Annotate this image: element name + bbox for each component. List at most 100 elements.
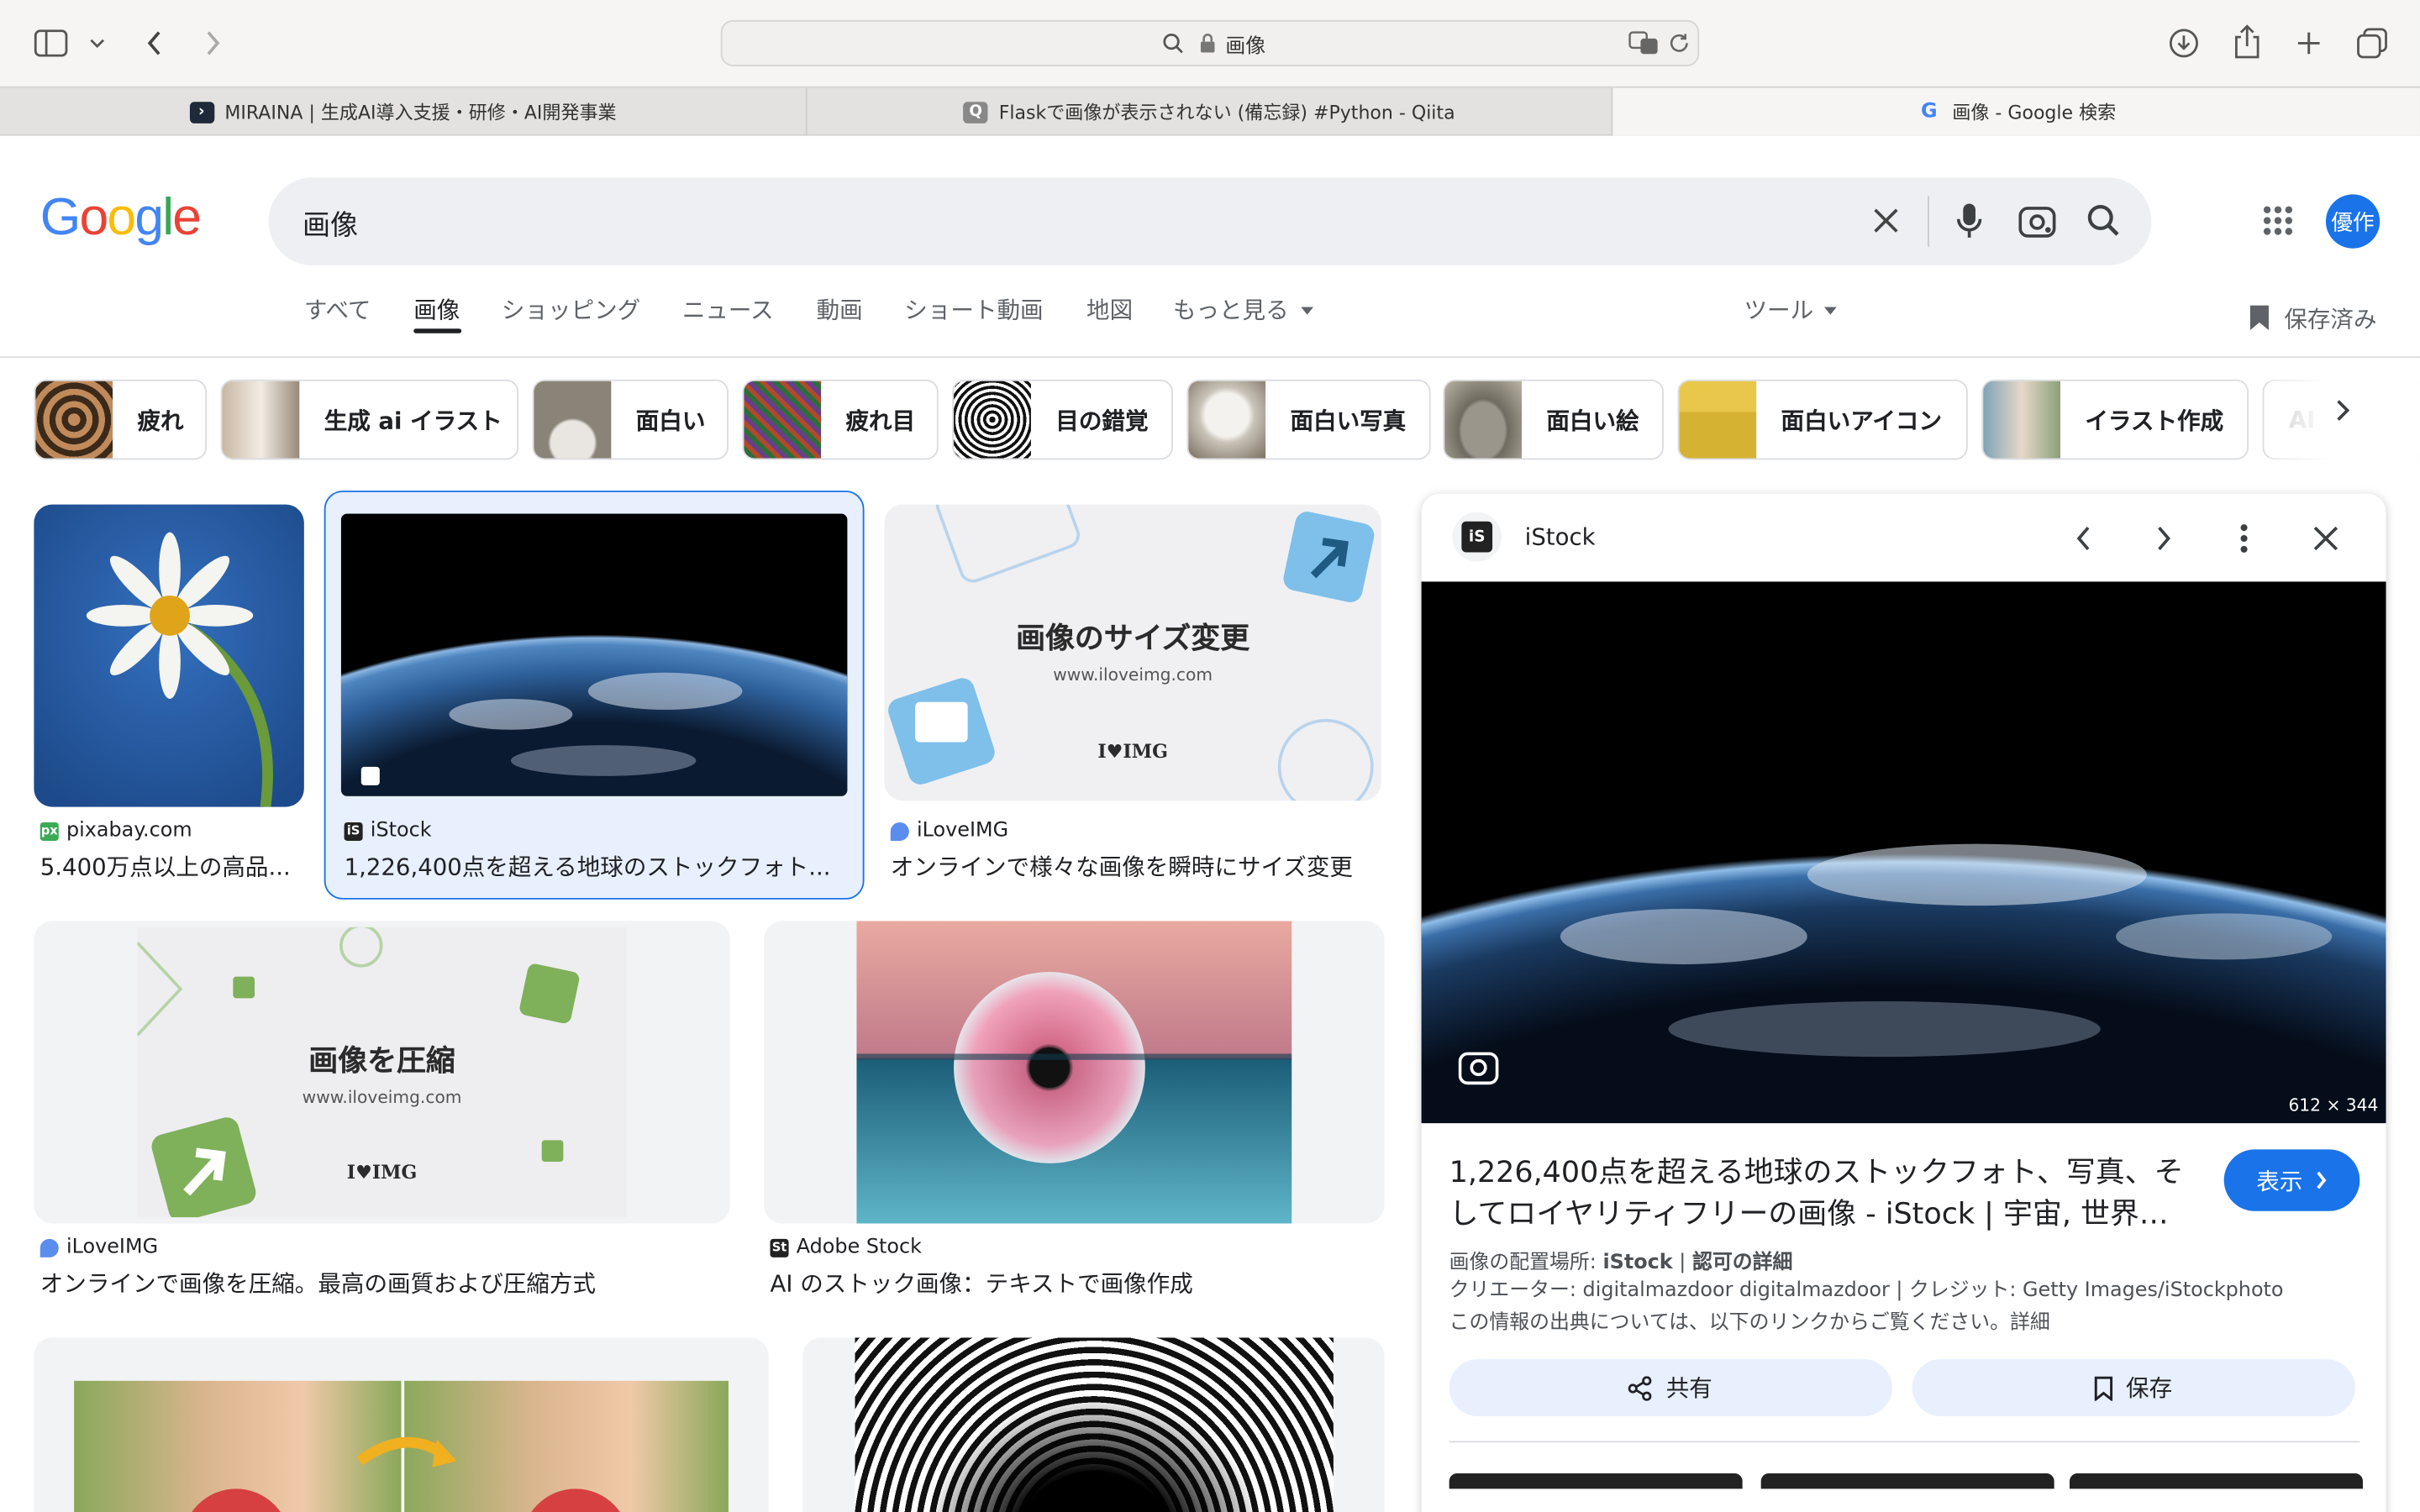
- saved-link[interactable]: 保存済み: [2284, 302, 2376, 335]
- visit-button[interactable]: 表示: [2223, 1149, 2360, 1211]
- result-source[interactable]: iLoveIMG: [890, 819, 1009, 843]
- related-thumb[interactable]: [1449, 1473, 1743, 1489]
- nav-news[interactable]: ニュース: [682, 293, 774, 326]
- result-title[interactable]: 5.400万点以上の高品...: [40, 850, 302, 883]
- result-source[interactable]: px pixabay.com: [39, 819, 192, 843]
- lens-icon[interactable]: [2018, 203, 2056, 238]
- chip-illusion[interactable]: 目の錯覚: [952, 379, 1173, 460]
- result-image-pattern-card[interactable]: [802, 1337, 1385, 1512]
- image-url: www.iloveimg.com: [1053, 664, 1213, 685]
- nav-more[interactable]: もっと見る: [1173, 293, 1289, 326]
- avatar[interactable]: 優作: [2325, 194, 2381, 249]
- nav-videos[interactable]: 動画: [817, 293, 863, 326]
- result-title[interactable]: オンラインで画像を圧縮。最高の画質および圧縮方式: [40, 1267, 719, 1299]
- visit-label: 表示: [2256, 1167, 2303, 1195]
- result-title[interactable]: AI のストック画像：テキストで画像作成: [771, 1267, 1388, 1299]
- istock-icon: iS: [344, 822, 363, 841]
- reload-icon[interactable]: [1667, 29, 1691, 57]
- bookmark-icon[interactable]: [2249, 304, 2270, 332]
- source-label: iLoveIMG: [916, 819, 1009, 843]
- result-title[interactable]: 1,226,400点を超える地球のストックフォト...: [345, 850, 839, 883]
- result-source[interactable]: St Adobe Stock: [770, 1236, 922, 1259]
- browser-toolbar: 画像: [0, 0, 2420, 87]
- chip-funny-picture[interactable]: 面白い絵: [1443, 379, 1664, 460]
- result-image-daisy[interactable]: [34, 504, 304, 807]
- watermelon-right: [521, 1488, 630, 1512]
- panel-title-line2[interactable]: してロイヤリティフリーの画像 - iStock | 宇宙, 世界…: [1449, 1191, 2169, 1233]
- result-image-resize[interactable]: 画像のサイズ変更 www.iloveimg.com I♥IMG: [884, 504, 1381, 801]
- result-image-eye-card[interactable]: [764, 921, 1385, 1224]
- microphone-icon[interactable]: [1954, 202, 1985, 239]
- result-title[interactable]: オンラインで様々な画像を瞬時にサイズ変更: [891, 850, 1385, 883]
- chip-label: 疲れ目: [845, 406, 916, 435]
- tab-label: Flaskで画像が表示されない (備忘録) #Python - Qiita: [998, 102, 1455, 123]
- panel-source[interactable]: iStock: [1525, 523, 1596, 551]
- prev-icon[interactable]: [2075, 524, 2093, 552]
- tools-button[interactable]: ツール: [1744, 293, 1813, 326]
- share-button[interactable]: 共有: [1449, 1359, 1892, 1417]
- result-source[interactable]: iLoveIMG: [39, 1236, 158, 1259]
- result-image-earth[interactable]: [340, 513, 848, 796]
- result-image-compress: 画像を圧縮 www.iloveimg.com I♥IMG: [137, 927, 627, 1218]
- nav-short-videos[interactable]: ショート動画: [904, 293, 1043, 326]
- chip-label: 面白い写真: [1290, 406, 1407, 435]
- image-badge-icon: [360, 766, 380, 785]
- preview-image[interactable]: 612 × 344: [1421, 581, 2386, 1124]
- chip-label: イラスト作成: [2085, 406, 2224, 435]
- meta-source[interactable]: iStock: [1602, 1252, 1672, 1275]
- lock-icon: [1196, 31, 1218, 55]
- chips-next-icon[interactable]: [2333, 398, 2352, 423]
- chip-thumbnail: [1983, 381, 2060, 459]
- tab-google[interactable]: G 画像 - Google 検索: [1612, 87, 2420, 136]
- chip-label: 面白いアイコン: [1781, 406, 1943, 435]
- earth-preview: [1421, 581, 2386, 1124]
- chip-funny-icon[interactable]: 面白いアイコン: [1677, 379, 1968, 460]
- tab-qiita[interactable]: Q Flaskで画像が表示されない (備忘録) #Python - Qiita: [808, 87, 1613, 136]
- chevron-down-icon[interactable]: [87, 31, 108, 55]
- result-source[interactable]: iS iStock: [344, 819, 432, 843]
- forward-icon[interactable]: [197, 24, 229, 61]
- source-label: pixabay.com: [66, 819, 192, 843]
- related-thumb[interactable]: [2070, 1473, 2363, 1489]
- chip-ai-illust[interactable]: 生成 ai イラスト: [220, 379, 519, 460]
- related-thumb[interactable]: [1760, 1473, 2054, 1489]
- save-button[interactable]: 保存: [1912, 1359, 2355, 1417]
- more-options-icon[interactable]: [2239, 523, 2249, 554]
- license-link[interactable]: 認可の詳細: [1692, 1252, 1792, 1275]
- share-icon[interactable]: [2232, 22, 2263, 62]
- clear-icon[interactable]: [1870, 205, 1902, 236]
- panel-title-line1[interactable]: 1,226,400点を超える地球のストックフォト、写真、そ: [1449, 1149, 2184, 1191]
- chip-funny-photo[interactable]: 面白い写真: [1186, 379, 1431, 460]
- translate-icon[interactable]: [1627, 28, 1660, 59]
- search-submit-icon[interactable]: [2086, 203, 2120, 237]
- result-image-girl-card[interactable]: [34, 1337, 769, 1512]
- lens-search-icon[interactable]: [1458, 1049, 1499, 1086]
- chip-illust-create[interactable]: イラスト作成: [1981, 379, 2249, 460]
- result-image-compress-card[interactable]: 画像を圧縮 www.iloveimg.com I♥IMG: [34, 921, 730, 1224]
- chevron-right-icon: [2317, 1171, 2327, 1189]
- apps-icon[interactable]: [2263, 205, 2294, 236]
- chip-tsukareme[interactable]: 疲れ目: [742, 379, 939, 460]
- search-divider: [1928, 196, 1929, 247]
- chip-tsukare[interactable]: 疲れ: [34, 379, 208, 460]
- iloveimg-icon: [890, 822, 909, 841]
- chip-label: 面白い絵: [1546, 406, 1639, 435]
- download-icon[interactable]: [2167, 24, 2201, 61]
- google-logo[interactable]: Google: [40, 188, 202, 249]
- new-tab-icon[interactable]: [2293, 28, 2324, 59]
- nav-maps[interactable]: 地図: [1086, 293, 1133, 326]
- tab-overview-icon[interactable]: [2355, 26, 2389, 60]
- panel-meta-line3[interactable]: この情報の出典については、以下のリンクからご覧ください。詳細: [1449, 1305, 2050, 1335]
- next-icon[interactable]: [2154, 524, 2173, 552]
- nav-images[interactable]: 画像: [413, 293, 460, 326]
- close-icon[interactable]: [2312, 524, 2339, 552]
- sidebar-icon[interactable]: [34, 28, 68, 59]
- search-input[interactable]: 画像: [302, 203, 358, 244]
- nav-all[interactable]: すべて: [304, 293, 371, 326]
- nav-shopping[interactable]: ショッピング: [502, 293, 640, 326]
- image-brand: I♥IMG: [346, 1162, 418, 1184]
- tab-miraina[interactable]: › MIRAINA | 生成AI導入支援・研修・AI開発事業: [0, 87, 808, 136]
- back-icon[interactable]: [139, 24, 170, 61]
- chip-omoshiroi[interactable]: 面白い: [532, 379, 729, 460]
- search-box[interactable]: [268, 177, 2152, 265]
